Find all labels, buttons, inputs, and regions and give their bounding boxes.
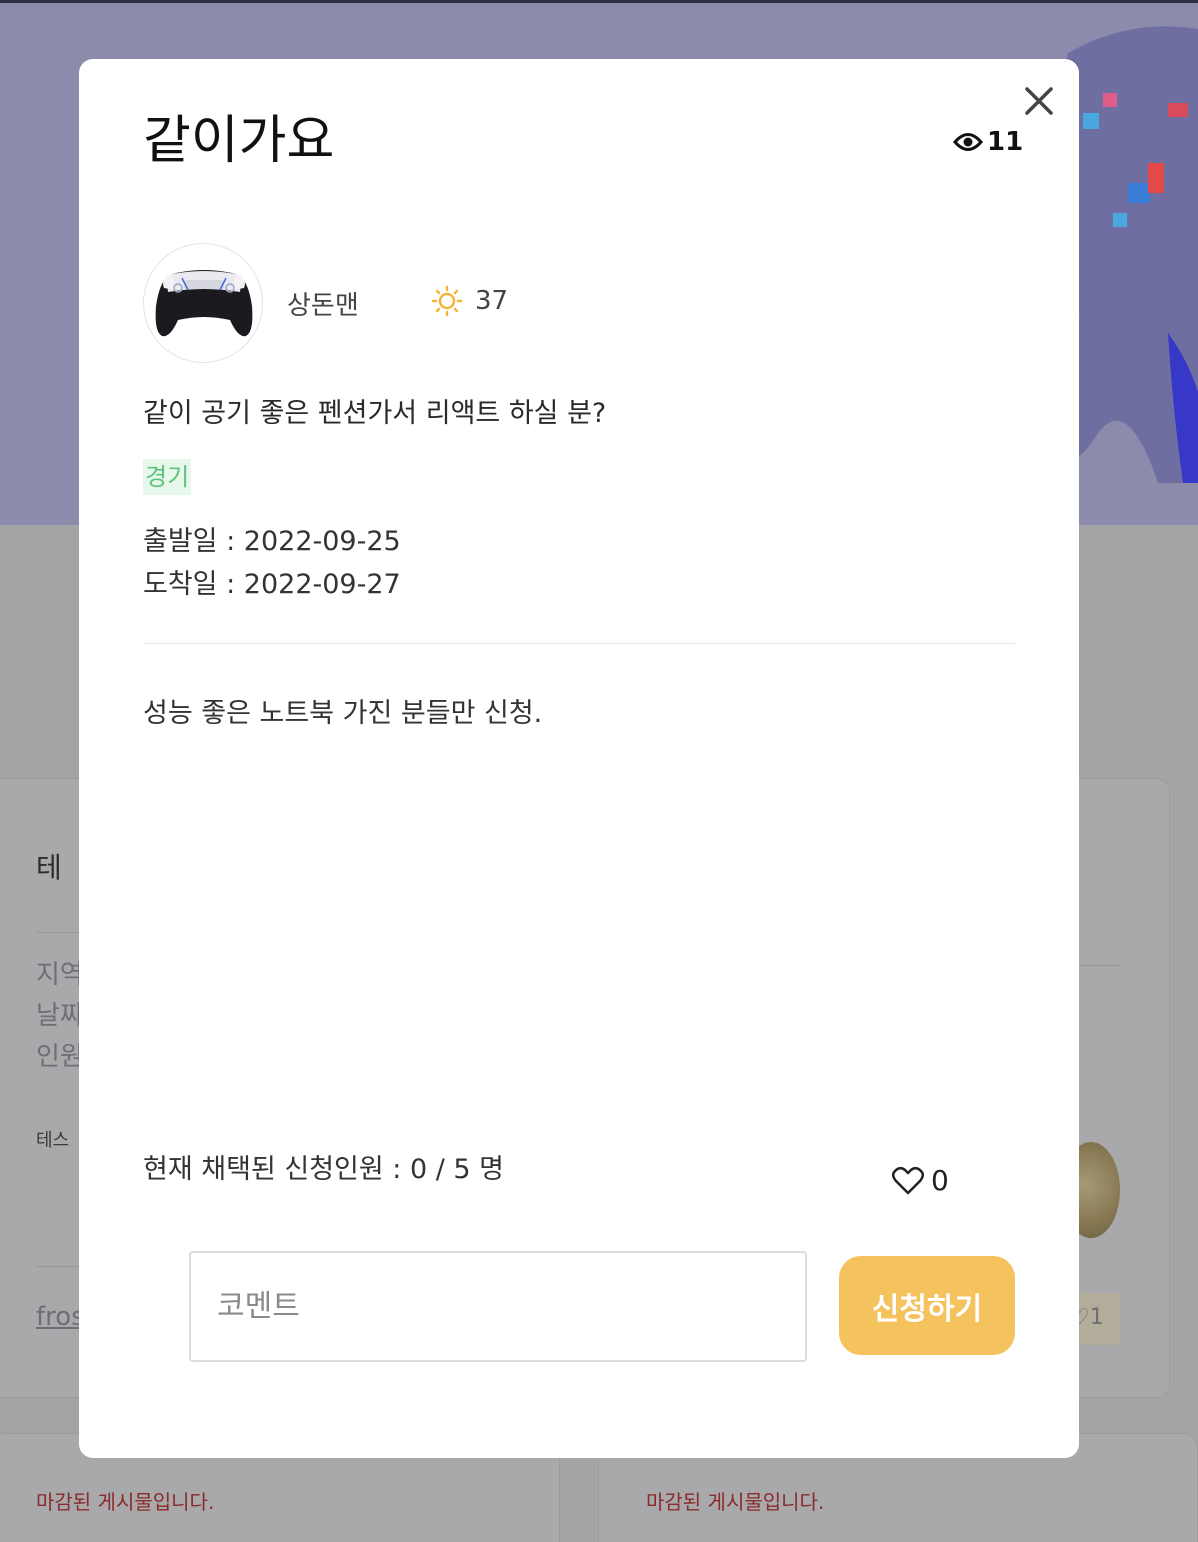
section-divider xyxy=(143,643,1015,644)
comment-input[interactable] xyxy=(189,1251,807,1362)
card-link[interactable]: fros xyxy=(36,1302,85,1332)
card-info-line: 지역 xyxy=(36,960,84,990)
post-title: 같이가요 xyxy=(143,111,335,171)
card-like-count: 1 xyxy=(1089,1305,1104,1330)
gamepad-icon xyxy=(155,270,253,337)
temperature-value: 37 xyxy=(475,286,509,316)
user-temperature: 37 xyxy=(431,285,508,317)
heart-icon xyxy=(892,1166,924,1194)
region-tag: 경기 xyxy=(143,459,192,495)
like-count: 0 xyxy=(931,1164,949,1197)
view-count: 11 xyxy=(953,125,1023,159)
closed-notice: 마감된 게시물입니다. xyxy=(646,1490,825,1514)
sun-icon xyxy=(431,285,463,317)
author-name: 상돈맨 xyxy=(287,291,359,321)
close-button[interactable] xyxy=(1017,79,1061,123)
like-button[interactable]: 0 xyxy=(891,1164,949,1197)
author-avatar[interactable] xyxy=(143,243,263,363)
card-info-line: 인원 xyxy=(36,1042,84,1072)
apply-button[interactable]: 신청하기 xyxy=(839,1256,1015,1355)
card-title: 테 xyxy=(36,851,62,884)
card-author: 테스 xyxy=(36,1130,70,1151)
closed-notice: 마감된 게시물입니다. xyxy=(36,1490,215,1514)
view-count-value: 11 xyxy=(987,127,1024,157)
eye-icon xyxy=(953,133,983,151)
departure-date: 출발일 : 2022-09-25 xyxy=(143,526,401,557)
close-icon xyxy=(1025,87,1053,115)
post-subject: 같이 공기 좋은 펜션가서 리액트 하실 분? xyxy=(143,398,607,429)
card-divider xyxy=(1078,965,1120,966)
arrival-date: 도착일 : 2022-09-27 xyxy=(143,569,401,600)
post-detail-modal: 같이가요 11 상돈맨 37 같이 공기 좋은 펜션가서 리액트 하실 분? 경… xyxy=(79,59,1079,1458)
applicant-count: 현재 채택된 신청인원 : 0 / 5 명 xyxy=(143,1154,505,1185)
card-info-line: 날짜 xyxy=(36,1001,84,1031)
post-body: 성능 좋은 노트북 가진 분들만 신청. xyxy=(143,698,543,729)
